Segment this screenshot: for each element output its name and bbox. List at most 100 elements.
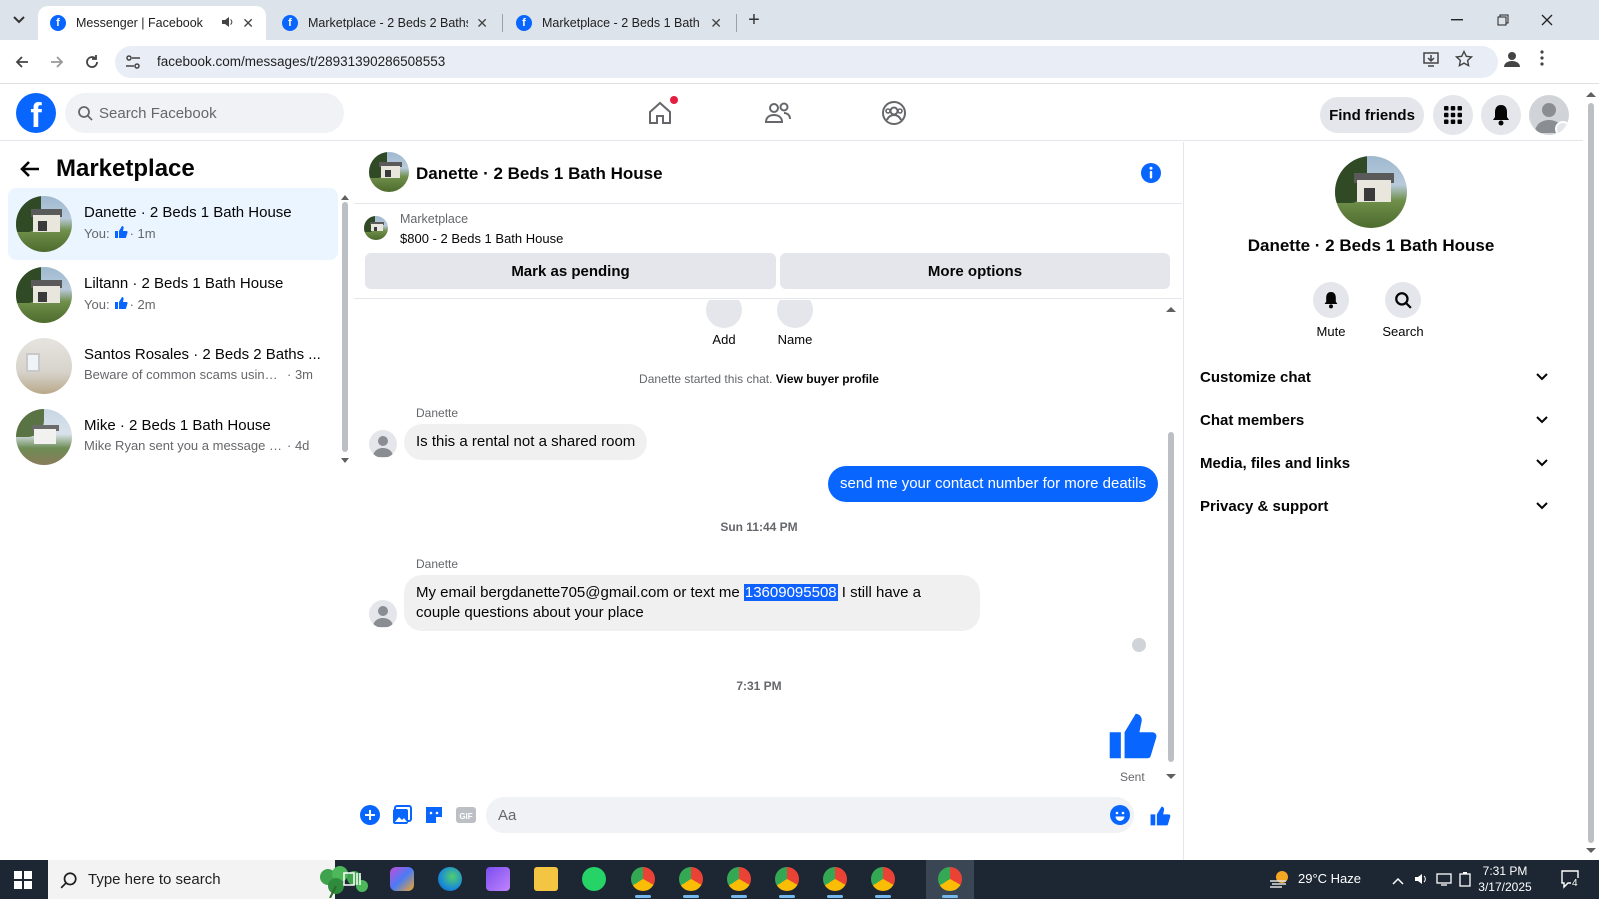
scrollbar-thumb[interactable] xyxy=(342,202,348,452)
pen-app-icon[interactable] xyxy=(486,867,510,891)
listing-price-title[interactable]: $800 - 2 Beds 1 Bath House xyxy=(400,231,563,246)
back-arrow-icon[interactable] xyxy=(20,160,40,183)
chrome-icon[interactable] xyxy=(775,867,799,898)
reload-button[interactable] xyxy=(80,50,104,74)
scrollbar-thumb[interactable] xyxy=(1168,432,1174,762)
close-icon xyxy=(1541,14,1553,26)
notification-center-icon[interactable]: 4 xyxy=(1560,869,1580,892)
facebook-favicon-icon: f xyxy=(516,15,532,31)
site-info-icon[interactable] xyxy=(123,52,143,77)
new-tab-button[interactable]: + xyxy=(742,8,766,32)
chrome-icon[interactable] xyxy=(938,867,962,898)
chevron-up-icon[interactable] xyxy=(1392,873,1404,888)
emoji-icon[interactable] xyxy=(1110,805,1130,830)
gif-icon[interactable]: GIF xyxy=(455,805,477,830)
media-files-links-section[interactable]: Media, files and links xyxy=(1194,443,1554,483)
name-action[interactable]: Name xyxy=(755,300,835,347)
details-name: Danette · 2 Beds 1 Bath House xyxy=(1247,236,1495,255)
address-bar[interactable]: facebook.com/messages/t/2893139028650855… xyxy=(115,46,1498,78)
speaker-icon[interactable] xyxy=(220,15,234,32)
like-send-icon[interactable] xyxy=(1149,805,1171,832)
page-scrollbar[interactable] xyxy=(1583,85,1599,860)
customize-chat-section[interactable]: Customize chat xyxy=(1194,357,1554,397)
edge-icon[interactable] xyxy=(438,867,462,891)
privacy-support-section[interactable]: Privacy & support xyxy=(1194,486,1554,526)
network-icon[interactable] xyxy=(1436,871,1452,890)
restore-button[interactable] xyxy=(1480,6,1526,34)
groups-icon xyxy=(882,101,906,125)
scrollbar-thumb[interactable] xyxy=(1588,103,1594,843)
facebook-search-input[interactable] xyxy=(99,93,329,133)
plus-circle-icon[interactable] xyxy=(360,805,380,830)
task-view-icon[interactable] xyxy=(340,867,364,891)
conversation-item[interactable]: Liltann · 2 Beds 1 Bath House You: · 2m xyxy=(8,259,338,331)
copilot-icon[interactable] xyxy=(390,867,414,891)
browser-menu-icon[interactable] xyxy=(1540,50,1544,71)
tab-marketplace-2beds2baths[interactable]: f Marketplace - 2 Beds 2 Baths H ✕ xyxy=(270,6,500,40)
chrome-icon[interactable] xyxy=(679,867,703,898)
outgoing-message[interactable]: send me your contact number for more dea… xyxy=(828,466,1158,502)
volume-icon[interactable] xyxy=(1413,871,1429,890)
message-input[interactable] xyxy=(486,797,1134,833)
chat-scrollbar[interactable] xyxy=(1166,302,1176,782)
conversation-item[interactable]: Santos Rosales · 2 Beds 2 Baths ... Bewa… xyxy=(8,330,338,402)
more-options-button[interactable]: More options xyxy=(780,253,1170,289)
details-avatar[interactable] xyxy=(1335,156,1407,228)
minimize-button[interactable] xyxy=(1434,6,1480,34)
conversation-prefix: You: xyxy=(84,226,110,241)
view-buyer-profile-link[interactable]: View buyer profile xyxy=(776,372,879,386)
highlighted-phone-number[interactable]: 13609095508 xyxy=(743,584,838,601)
close-tab-icon[interactable]: ✕ xyxy=(242,15,254,32)
system-clock[interactable]: 7:31 PM 3/17/2025 xyxy=(1470,863,1540,895)
listing-thumbnail[interactable] xyxy=(364,216,388,240)
account-avatar[interactable] xyxy=(1529,95,1569,135)
whatsapp-icon[interactable] xyxy=(582,867,606,891)
tab-messenger[interactable]: f Messenger | Facebook ✕ xyxy=(38,6,266,40)
chrome-icon[interactable] xyxy=(871,867,895,898)
profile-icon[interactable] xyxy=(1503,50,1521,73)
conversation-item[interactable]: Danette · 2 Beds 1 Bath House You: · 1m xyxy=(8,188,338,260)
photo-icon[interactable] xyxy=(392,805,412,830)
bookmark-star-icon[interactable] xyxy=(1454,49,1474,73)
add-action[interactable]: Add xyxy=(684,300,764,347)
file-explorer-icon[interactable] xyxy=(534,867,558,891)
friends-nav[interactable] xyxy=(762,97,794,129)
home-nav[interactable] xyxy=(644,96,678,129)
taskbar-search[interactable]: Type here to search xyxy=(48,860,368,899)
mute-action[interactable]: Mute xyxy=(1301,282,1361,339)
chrome-icon[interactable] xyxy=(631,867,655,898)
chat-members-section[interactable]: Chat members xyxy=(1194,400,1554,440)
weather-text[interactable]: 29°C Haze xyxy=(1298,871,1361,886)
sender-avatar[interactable] xyxy=(369,430,397,458)
incoming-message[interactable]: My email bergdanette705@gmail.com or tex… xyxy=(404,575,980,631)
chat-avatar[interactable] xyxy=(369,152,409,192)
sender-avatar[interactable] xyxy=(369,600,397,628)
incoming-message[interactable]: Is this a rental not a shared room xyxy=(404,424,648,460)
windows-start-icon[interactable] xyxy=(14,871,32,894)
back-button[interactable] xyxy=(10,50,34,74)
info-icon[interactable] xyxy=(1140,162,1162,189)
tab-search-button[interactable] xyxy=(6,8,32,32)
sidebar-scrollbar[interactable] xyxy=(341,194,349,464)
search-action[interactable]: Search xyxy=(1373,282,1433,339)
thumbs-up-icon[interactable] xyxy=(1106,710,1158,767)
conversation-item[interactable]: Mike · 2 Beds 1 Bath House Mike Ryan sen… xyxy=(8,401,338,473)
chrome-icon[interactable] xyxy=(727,867,751,898)
mark-as-pending-button[interactable]: Mark as pending xyxy=(365,253,776,289)
chat-title[interactable]: Danette · 2 Beds 1 Bath House xyxy=(416,164,663,184)
find-friends-button[interactable]: Find friends xyxy=(1320,97,1424,133)
install-app-icon[interactable] xyxy=(1422,50,1440,73)
groups-nav[interactable] xyxy=(878,97,910,129)
notifications-button[interactable] xyxy=(1481,95,1521,135)
tab-marketplace-2beds1bath[interactable]: f Marketplace - 2 Beds 1 Bath Ho ✕ xyxy=(504,6,734,40)
facebook-logo-icon[interactable]: f xyxy=(16,93,56,133)
close-tab-icon[interactable]: ✕ xyxy=(710,15,722,32)
forward-button[interactable] xyxy=(45,50,69,74)
notification-count: 4 xyxy=(1571,878,1579,889)
sticker-icon[interactable] xyxy=(424,805,444,830)
chrome-icon[interactable] xyxy=(823,867,847,898)
close-tab-icon[interactable]: ✕ xyxy=(476,15,488,32)
weather-icon[interactable] xyxy=(1268,869,1292,892)
menu-button[interactable] xyxy=(1433,95,1473,135)
close-window-button[interactable] xyxy=(1524,6,1570,34)
